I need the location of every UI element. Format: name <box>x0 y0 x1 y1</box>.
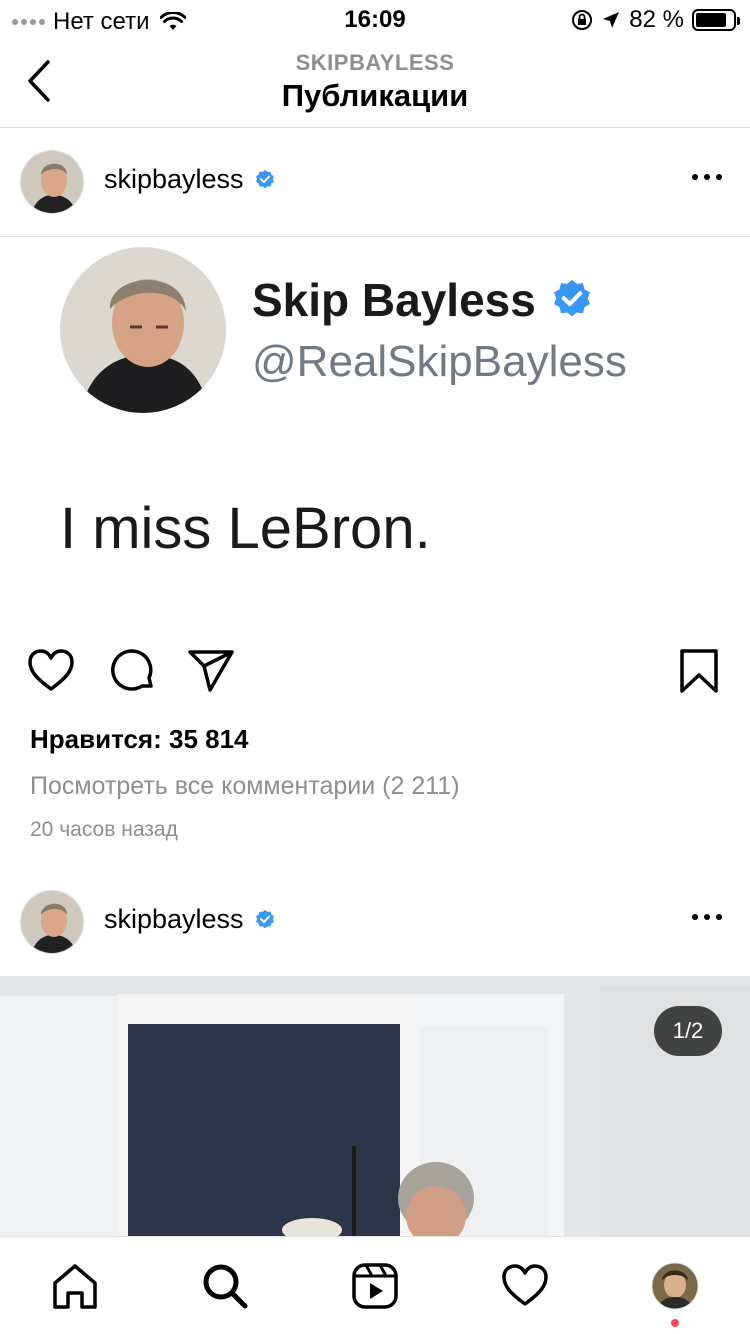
tweet-text: I miss LeBron. <box>60 496 431 561</box>
reels-icon <box>352 1263 398 1309</box>
verified-badge-icon <box>255 169 274 188</box>
carousel-counter: 1/2 <box>654 1006 722 1056</box>
verified-badge-icon <box>255 909 274 928</box>
username-row[interactable]: skipbayless <box>104 904 276 935</box>
username[interactable]: skipbayless <box>104 904 244 935</box>
heart-icon <box>28 649 74 691</box>
page-title: Публикации <box>281 78 469 113</box>
post-header: skipbayless <box>0 130 750 236</box>
likes-count[interactable]: Нравится: 35 814 <box>30 724 249 755</box>
bookmark-icon <box>680 649 718 693</box>
home-icon <box>53 1264 97 1309</box>
username-row[interactable]: skipbayless <box>104 164 276 195</box>
profile-avatar <box>651 1262 699 1310</box>
tab-profile[interactable] <box>650 1261 700 1311</box>
profile-username-subtitle: SKIPBAYLESS <box>295 50 455 75</box>
photo-content <box>0 976 750 1236</box>
orientation-lock-icon <box>572 10 593 30</box>
save-button[interactable] <box>674 646 724 696</box>
post-header: skipbayless <box>0 870 750 976</box>
location-arrow-icon <box>603 12 620 28</box>
comment-icon <box>111 649 153 691</box>
avatar[interactable] <box>20 150 84 214</box>
post-action-bar <box>0 646 750 710</box>
avatar[interactable] <box>20 890 84 954</box>
battery-percent: 82 % <box>629 6 684 33</box>
tab-search[interactable] <box>200 1261 250 1311</box>
tweet-handle: @RealSkipBayless <box>252 337 627 386</box>
search-icon <box>203 1264 248 1309</box>
like-button[interactable] <box>26 646 76 696</box>
status-bar: Нет сети 16:09 82 % <box>0 0 750 40</box>
post-timestamp: 20 часов назад <box>30 818 178 841</box>
more-options-button[interactable] <box>692 174 722 180</box>
post-photo[interactable]: 1/2 <box>0 976 750 1236</box>
status-right: 82 % <box>571 6 740 34</box>
heart-icon <box>502 1264 548 1306</box>
send-icon <box>188 650 234 692</box>
verified-badge-icon <box>553 279 590 317</box>
tab-activity[interactable] <box>500 1261 550 1311</box>
tab-bar <box>0 1236 750 1334</box>
tweet-avatar <box>60 247 226 413</box>
tab-home[interactable] <box>50 1261 100 1311</box>
share-button[interactable] <box>186 646 236 696</box>
view-comments-link[interactable]: Посмотреть все комментарии (2 211) <box>30 772 460 801</box>
more-options-button[interactable] <box>692 914 722 920</box>
tweet-name-text: Skip Bayless <box>252 274 536 326</box>
tweet-author-name: Skip Bayless <box>252 273 594 327</box>
battery-icon <box>692 9 740 31</box>
nav-header: SKIPBAYLESS Публикации <box>0 40 750 128</box>
tab-reels[interactable] <box>350 1261 400 1311</box>
notification-dot <box>671 1319 679 1327</box>
username[interactable]: skipbayless <box>104 164 244 195</box>
comment-button[interactable] <box>108 646 158 696</box>
post-image[interactable]: Skip Bayless @RealSkipBayless I miss LeB… <box>0 236 750 636</box>
